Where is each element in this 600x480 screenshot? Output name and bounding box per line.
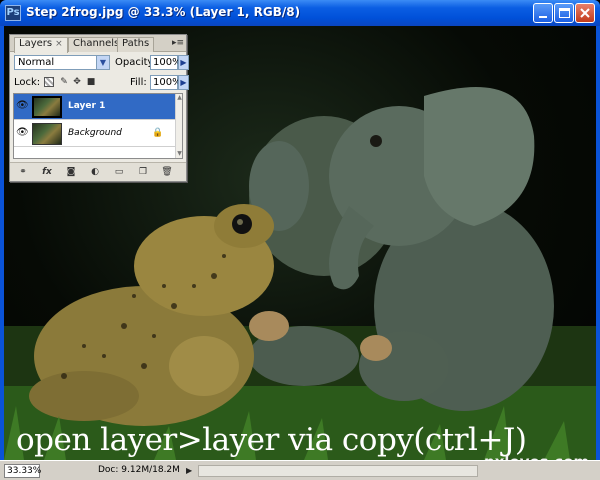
panel-footer: ⚭ fx ◙ ◐ ▭ ❐ 🗑: [10, 162, 186, 181]
layers-list: 👁 Layer 1 👁 Background 🔒 ▲ ▼: [13, 93, 183, 159]
panel-tabs: Layers × Channels Paths ▸≡: [10, 35, 186, 53]
lock-transparency-icon[interactable]: [44, 77, 54, 87]
trash-icon[interactable]: 🗑: [160, 166, 174, 178]
horizontal-scrollbar[interactable]: [198, 465, 478, 477]
layer-name: Layer 1: [68, 101, 106, 111]
lock-brush-icon[interactable]: ✎: [59, 77, 69, 87]
folder-icon[interactable]: ▭: [112, 166, 126, 178]
tab-close-icon[interactable]: ×: [55, 39, 63, 49]
visibility-eye-icon[interactable]: 👁: [16, 128, 29, 138]
opacity-input[interactable]: 100%: [150, 55, 182, 70]
layer-row-layer-1[interactable]: 👁 Layer 1: [14, 94, 175, 120]
opacity-slider-arrow-icon[interactable]: ▶: [178, 55, 189, 70]
lock-all-icon[interactable]: ■: [86, 77, 96, 87]
minimize-icon: [539, 16, 547, 18]
close-button[interactable]: [575, 3, 595, 23]
lock-label: Lock:: [14, 77, 41, 88]
photoshop-app-icon[interactable]: Ps: [5, 5, 21, 21]
close-icon: [580, 8, 590, 18]
tab-layers[interactable]: Layers ×: [14, 37, 68, 53]
new-layer-icon[interactable]: ❐: [136, 166, 150, 178]
chevron-down-icon: ▼: [96, 56, 109, 69]
blend-mode-select[interactable]: Normal ▼: [14, 55, 110, 70]
tab-paths-label: Paths: [122, 38, 150, 49]
lock-icon: 🔒: [152, 128, 164, 138]
link-icon[interactable]: ⚭: [16, 166, 30, 178]
lock-move-icon[interactable]: ✥: [72, 77, 82, 87]
blend-row: Normal ▼ Opacity: 100% ▶: [10, 53, 189, 73]
layer-row-background[interactable]: 👁 Background 🔒: [14, 121, 175, 147]
photoshop-document-window: Ps Step 2frog.jpg @ 33.3% (Layer 1, RGB/…: [0, 0, 600, 480]
tab-channels-label: Channels: [73, 38, 120, 49]
window-title: Step 2frog.jpg @ 33.3% (Layer 1, RGB/8): [26, 5, 301, 19]
tutorial-caption: open layer>layer via copy(ctrl+J): [16, 422, 527, 458]
title-bar[interactable]: Ps Step 2frog.jpg @ 33.3% (Layer 1, RGB/…: [0, 0, 600, 26]
layer-thumbnail: [32, 123, 62, 145]
fill-input[interactable]: 100%: [150, 75, 182, 90]
status-menu-arrow-icon[interactable]: ▶: [186, 466, 192, 475]
status-bar: 33.33% Doc: 9.12M/18.2M ▶: [0, 460, 600, 480]
scroll-down-icon[interactable]: ▼: [176, 150, 183, 158]
maximize-icon: [559, 8, 570, 18]
maximize-button[interactable]: [554, 3, 574, 23]
layer-name: Background: [68, 128, 122, 138]
layers-scrollbar[interactable]: ▲ ▼: [175, 94, 182, 158]
fill-slider-arrow-icon[interactable]: ▶: [178, 75, 189, 90]
blend-mode-value: Normal: [18, 57, 55, 68]
visibility-eye-icon[interactable]: 👁: [16, 101, 29, 111]
tab-layers-label: Layers: [19, 38, 53, 49]
lock-row: Lock: ✎ ✥ ■ Fill: 100% ▶: [10, 73, 189, 93]
layer-thumbnail: [32, 96, 62, 118]
zoom-field[interactable]: 33.33%: [4, 464, 41, 478]
minimize-button[interactable]: [533, 3, 553, 23]
tab-channels[interactable]: Channels: [68, 37, 125, 52]
panel-menu-icon[interactable]: ▸≡: [172, 38, 184, 49]
fx-icon[interactable]: fx: [40, 166, 54, 178]
tab-paths[interactable]: Paths: [117, 37, 155, 52]
mask-icon[interactable]: ◙: [64, 166, 78, 178]
scroll-up-icon[interactable]: ▲: [176, 94, 183, 102]
doc-size-readout: Doc: 9.12M/18.2M: [98, 465, 180, 475]
layers-panel: Layers × Channels Paths ▸≡ Normal ▼ Opaci…: [9, 34, 189, 182]
fill-label: Fill:: [130, 77, 147, 88]
adjustment-icon[interactable]: ◐: [88, 166, 102, 178]
